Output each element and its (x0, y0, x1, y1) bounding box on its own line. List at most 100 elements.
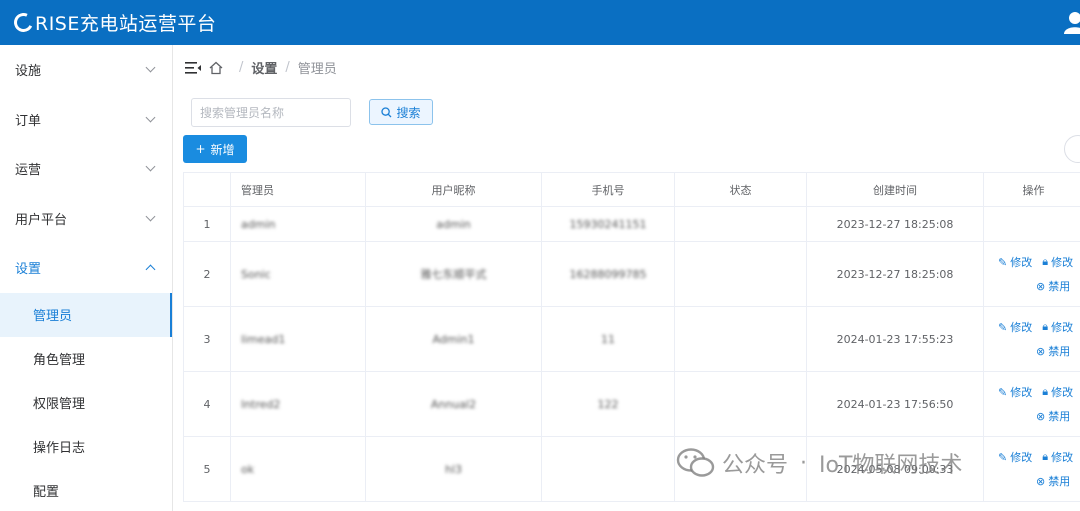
status-cell (674, 306, 807, 372)
row-index: 1 (183, 206, 231, 242)
nickname-cell: Admin1 (365, 306, 542, 372)
disable-label: 禁用 (1048, 410, 1071, 423)
submenu-config[interactable]: 配置 (0, 469, 172, 511)
menu-settings[interactable]: 设置 (0, 243, 172, 293)
submenu-admins[interactable]: 管理员 (0, 292, 172, 337)
menu-operations[interactable]: 运营 (0, 144, 172, 194)
phone-cell: 16288099785 (541, 241, 675, 307)
chevron-down-icon (145, 211, 156, 222)
submenu-label: 角色管理 (33, 353, 86, 368)
admin-name-cell: admin (230, 206, 366, 242)
menu-fold-icon[interactable] (185, 61, 201, 75)
submenu-label: 管理员 (33, 309, 73, 324)
breadcrumb-separator: / (285, 60, 290, 75)
chevron-up-icon (145, 264, 156, 275)
submenu-permissions[interactable]: 权限管理 (0, 381, 172, 425)
row-index: 3 (183, 306, 231, 372)
nickname-cell: hl3 (365, 436, 542, 502)
menu-label: 运营 (15, 163, 42, 179)
edit-password-label: 修改 (1051, 451, 1074, 464)
ops-cell: ✎ 修改 🔒︎ 修改 ⊗ 禁用 (983, 371, 1080, 437)
edit-password-label: 修改 (1051, 321, 1074, 334)
table-row: 4 lntred2 Annual2 122 2024-01-23 17:56:5… (183, 371, 1080, 437)
disable-button[interactable]: ⊗ 禁用 (1036, 408, 1070, 424)
status-cell (674, 371, 807, 437)
lock-icon: 🔒︎ (1042, 255, 1049, 268)
column-header: 创建时间 (806, 172, 984, 207)
edit-button[interactable]: ✎ 修改 (998, 449, 1032, 465)
edit-label: 修改 (1010, 386, 1033, 399)
breadcrumb: / 设置 / 管理员 (173, 45, 1080, 90)
edit-password-button[interactable]: 🔒︎ 修改 (1042, 384, 1073, 400)
lock-icon: 🔒︎ (1042, 385, 1049, 398)
edit-password-button[interactable]: 🔒︎ 修改 (1042, 254, 1073, 270)
edit-label: 修改 (1010, 321, 1033, 334)
nickname: Annual2 (430, 397, 477, 411)
disable-button[interactable]: ⊗ 禁用 (1036, 278, 1070, 294)
add-button-label: 新增 (210, 142, 235, 157)
admin-search-input[interactable] (191, 98, 351, 127)
menu-user-platform[interactable]: 用户平台 (0, 194, 172, 244)
phone-cell (541, 436, 675, 502)
column-header: 管理员 (230, 172, 366, 207)
wechat-icon (676, 448, 715, 477)
edit-button[interactable]: ✎ 修改 (998, 319, 1032, 335)
brand: RISE充电站运营平台 (0, 9, 216, 36)
menu-facility[interactable]: 设施 (0, 45, 172, 95)
edit-icon: ✎ (998, 320, 1008, 334)
watermark: 公众号 · IoT物联网技术 (676, 447, 962, 479)
nickname: Admin1 (432, 332, 475, 346)
menu-label: 设施 (15, 64, 42, 80)
submenu-label: 配置 (33, 485, 60, 500)
brand-logo-icon (11, 10, 36, 35)
disable-button[interactable]: ⊗ 禁用 (1036, 473, 1070, 489)
created-time: 2024-01-23 17:55:23 (806, 306, 984, 372)
table-row: 3 limead1 Admin1 11 2024-01-23 17:55:23 … (183, 306, 1080, 372)
row-index: 5 (183, 436, 231, 502)
admin-name: admin (241, 217, 276, 231)
edit-password-button[interactable]: 🔒︎ 修改 (1042, 319, 1073, 335)
breadcrumb-separator: / (239, 60, 244, 75)
column-header: 操作 (983, 172, 1080, 207)
nickname: admin (436, 217, 471, 231)
status-cell (674, 206, 807, 242)
status-cell (674, 241, 807, 307)
disable-label: 禁用 (1048, 280, 1071, 293)
edit-password-button[interactable]: 🔒︎ 修改 (1042, 449, 1073, 465)
brand-title: RISE充电站运营平台 (35, 13, 217, 35)
submenu-operation-log[interactable]: 操作日志 (0, 425, 172, 469)
menu-orders[interactable]: 订单 (0, 95, 172, 145)
nickname: hl3 (444, 462, 463, 476)
admin-name: lntred2 (241, 397, 281, 411)
menu-label: 用户平台 (15, 212, 68, 228)
edit-password-label: 修改 (1051, 386, 1074, 399)
edit-icon: ✎ (998, 255, 1008, 269)
admin-name-cell: ok (230, 436, 366, 502)
edit-button[interactable]: ✎ 修改 (998, 254, 1032, 270)
edit-button[interactable]: ✎ 修改 (998, 384, 1032, 400)
watermark-account: IoT物联网技术 (819, 453, 963, 478)
disable-button[interactable]: ⊗ 禁用 (1036, 343, 1070, 359)
search-button[interactable]: 搜索 (369, 99, 433, 125)
column-header: 状态 (674, 172, 807, 207)
circle-x-icon: ⊗ (1036, 344, 1046, 358)
ops-cell: ✎ 修改 🔒︎ 修改 ⊗ 禁用 (983, 241, 1080, 307)
nickname-cell: 雅七东顺平式 (365, 241, 542, 307)
phone-cell: 15930241151 (541, 206, 675, 242)
created-time: 2023-12-27 18:25:08 (806, 206, 984, 242)
admin-name: Sonic (241, 267, 271, 281)
circle-x-icon: ⊗ (1036, 279, 1046, 293)
home-icon[interactable] (209, 61, 223, 75)
circle-x-icon: ⊗ (1036, 474, 1046, 488)
search-toggle-icon[interactable] (1064, 135, 1080, 163)
edit-label: 修改 (1010, 256, 1033, 269)
user-avatar-icon[interactable] (1064, 10, 1080, 34)
submenu-roles[interactable]: 角色管理 (0, 337, 172, 381)
submenu-label: 权限管理 (33, 397, 86, 412)
row-index: 2 (183, 241, 231, 307)
add-admin-button[interactable]: + 新增 (183, 135, 247, 163)
breadcrumb-settings[interactable]: 设置 (251, 58, 277, 77)
admin-name-cell: Sonic (230, 241, 366, 307)
phone: 122 (597, 397, 619, 411)
phone: 16288099785 (569, 267, 647, 281)
